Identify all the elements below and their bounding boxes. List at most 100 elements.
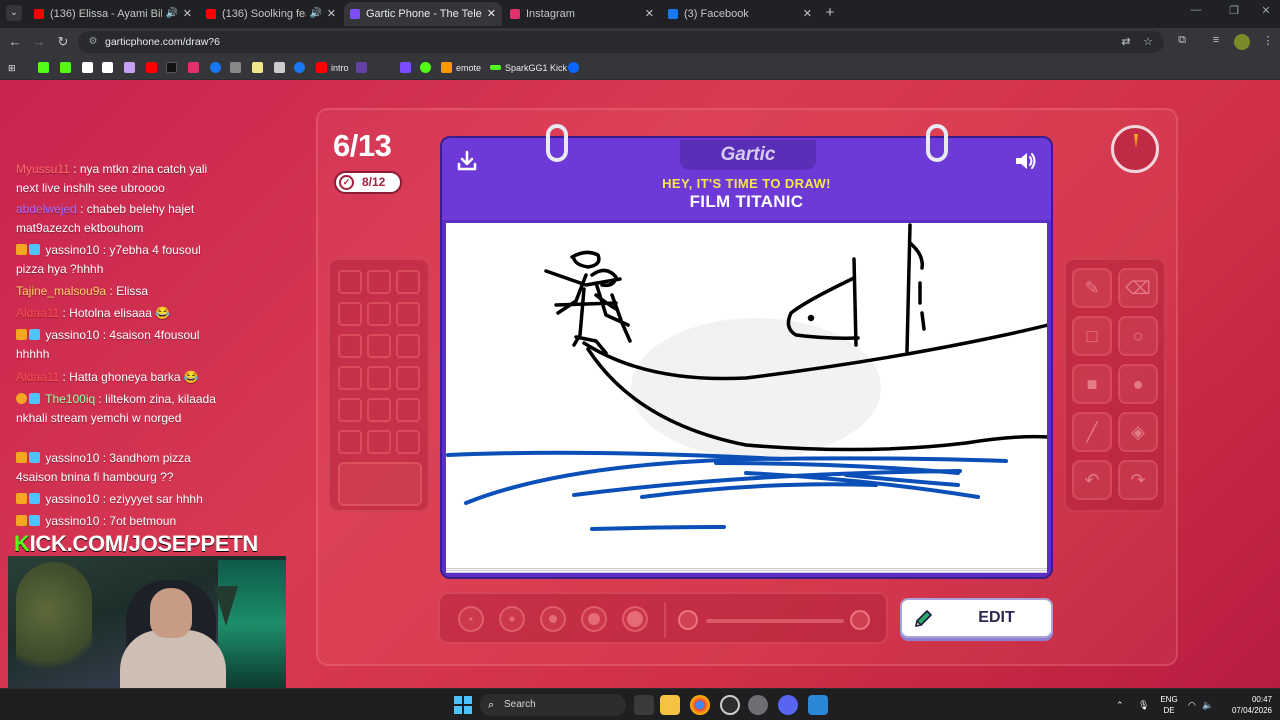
tab-instagram[interactable]: Instagram ✕: [504, 2, 660, 26]
extensions-icon[interactable]: ⧉: [1174, 34, 1190, 47]
color-swatch[interactable]: [367, 302, 391, 326]
brush-size-1[interactable]: [458, 606, 484, 632]
download-icon[interactable]: [456, 150, 478, 172]
color-swatch[interactable]: [396, 302, 420, 326]
volume-icon[interactable]: 🔈: [1202, 689, 1213, 720]
apps-icon[interactable]: ⊞: [8, 60, 16, 76]
color-swatch[interactable]: [338, 334, 362, 358]
close-icon[interactable]: ✕: [645, 2, 654, 26]
site-info-icon[interactable]: ⚙: [86, 35, 100, 49]
color-swatch[interactable]: [367, 366, 391, 390]
microphone-icon[interactable]: 🎙: [1138, 689, 1149, 720]
tab-elissa[interactable]: (136) Elissa - Ayami Bik (Fa 🔊 ✕: [28, 2, 198, 26]
color-swatch[interactable]: [396, 366, 420, 390]
bookmark-camera[interactable]: [274, 60, 289, 76]
wifi-icon[interactable]: ◠: [1188, 689, 1196, 720]
color-swatch[interactable]: [338, 430, 362, 454]
bookmark-star[interactable]: [252, 60, 267, 76]
brush-size-2[interactable]: [499, 606, 525, 632]
bookmark-kick[interactable]: [38, 60, 53, 76]
fill-bucket-icon[interactable]: ◈: [1118, 412, 1158, 452]
system-clock[interactable]: 00:47 07/04/2026: [1222, 694, 1272, 716]
ellipse-icon[interactable]: ○: [1118, 316, 1158, 356]
filled-rectangle-icon[interactable]: ■: [1072, 364, 1112, 404]
color-swatch[interactable]: [396, 334, 420, 358]
file-explorer-icon[interactable]: [660, 695, 680, 715]
reading-list-icon[interactable]: ≡: [1208, 34, 1224, 46]
color-swatch[interactable]: [367, 270, 391, 294]
translate-icon[interactable]: ⇄: [1118, 35, 1134, 48]
bookmark-meta[interactable]: [568, 60, 583, 76]
edit-button[interactable]: EDIT: [900, 598, 1053, 638]
line-icon[interactable]: ╱: [1072, 412, 1112, 452]
back-icon[interactable]: ←: [6, 33, 24, 51]
bookmark-instagram[interactable]: [188, 60, 203, 76]
taskbar-search[interactable]: ⌕ Search: [480, 694, 626, 716]
bookmark-intro[interactable]: intro: [316, 60, 349, 76]
audio-icon[interactable]: 🔊: [166, 2, 178, 26]
eraser-icon[interactable]: ⌫: [1118, 268, 1158, 308]
brush-size-5[interactable]: [622, 606, 648, 632]
chrome-icon[interactable]: [690, 695, 710, 715]
opacity-slider-knob[interactable]: [850, 610, 870, 630]
color-swatch[interactable]: [396, 430, 420, 454]
new-tab-button[interactable]: +: [822, 4, 838, 22]
color-swatch[interactable]: [338, 302, 362, 326]
url-text[interactable]: garticphone.com/draw?6: [105, 31, 220, 53]
color-swatch[interactable]: [367, 334, 391, 358]
rectangle-icon[interactable]: □: [1072, 316, 1112, 356]
color-swatch[interactable]: [396, 398, 420, 422]
discord-icon[interactable]: [778, 695, 798, 715]
tab-search-button[interactable]: ⌄: [6, 5, 22, 21]
bookmark-emote[interactable]: emote: [441, 60, 481, 76]
close-window-icon[interactable]: ✕: [1256, 4, 1276, 17]
bookmark-gartic[interactable]: [400, 60, 415, 76]
bookmark-download[interactable]: [102, 60, 117, 76]
address-bar[interactable]: ⚙ garticphone.com/draw?6 ⇄ ☆: [78, 31, 1164, 53]
pencil-icon[interactable]: ✎: [1072, 268, 1112, 308]
close-icon[interactable]: ✕: [327, 2, 336, 26]
chevron-up-icon[interactable]: ⌃: [1116, 689, 1124, 720]
language-indicator[interactable]: ENG DE: [1158, 694, 1180, 716]
speaker-icon[interactable]: [1014, 150, 1038, 172]
custom-color-swatch[interactable]: [338, 462, 422, 506]
tab-soolking[interactable]: (136) Soolking feat. Ouled El Ba 🔊 ✕: [200, 2, 342, 26]
restore-icon[interactable]: ❐: [1224, 4, 1244, 17]
notepad-icon[interactable]: [808, 695, 828, 715]
profile-avatar[interactable]: [1234, 34, 1250, 50]
task-view-icon[interactable]: [634, 695, 654, 715]
opacity-slider-track[interactable]: [706, 619, 844, 623]
drawing-canvas[interactable]: [446, 223, 1047, 567]
menu-icon[interactable]: ⋮: [1260, 34, 1276, 47]
tab-facebook[interactable]: (3) Facebook ✕: [662, 2, 818, 26]
color-swatch[interactable]: [367, 398, 391, 422]
color-swatch[interactable]: [338, 398, 362, 422]
bookmark-app[interactable]: [82, 60, 97, 76]
bookmark-facebook-2[interactable]: [294, 60, 309, 76]
filled-ellipse-icon[interactable]: ●: [1118, 364, 1158, 404]
undo-icon[interactable]: ↶: [1072, 460, 1112, 500]
bookmark-v[interactable]: [356, 60, 371, 76]
bookmark-youtube[interactable]: [146, 60, 161, 76]
reload-icon[interactable]: ↻: [54, 33, 72, 51]
bookmark-green[interactable]: [420, 60, 435, 76]
obs-icon[interactable]: [720, 695, 740, 715]
windows-start-icon[interactable]: [454, 696, 472, 714]
bookmark-facebook[interactable]: [210, 60, 225, 76]
forward-icon[interactable]: →: [30, 33, 48, 51]
close-icon[interactable]: ✕: [487, 2, 496, 26]
close-icon[interactable]: ✕: [803, 2, 812, 26]
brush-size-3[interactable]: [540, 606, 566, 632]
settings-icon[interactable]: [748, 695, 768, 715]
bookmark-sparkgg1-kick[interactable]: SparkGG1 Kick: [490, 60, 567, 76]
color-swatch[interactable]: [338, 366, 362, 390]
bookmark-star-icon[interactable]: ☆: [1140, 35, 1156, 48]
brush-size-4[interactable]: [581, 606, 607, 632]
bookmark-tiktok[interactable]: [166, 60, 181, 76]
color-swatch[interactable]: [396, 270, 420, 294]
audio-icon[interactable]: 🔊: [310, 2, 322, 26]
bookmark-grid[interactable]: [124, 60, 139, 76]
bookmark-site[interactable]: [230, 60, 245, 76]
redo-icon[interactable]: ↷: [1118, 460, 1158, 500]
tab-gartic-phone[interactable]: Gartic Phone - The Telephone G ✕: [344, 2, 502, 26]
